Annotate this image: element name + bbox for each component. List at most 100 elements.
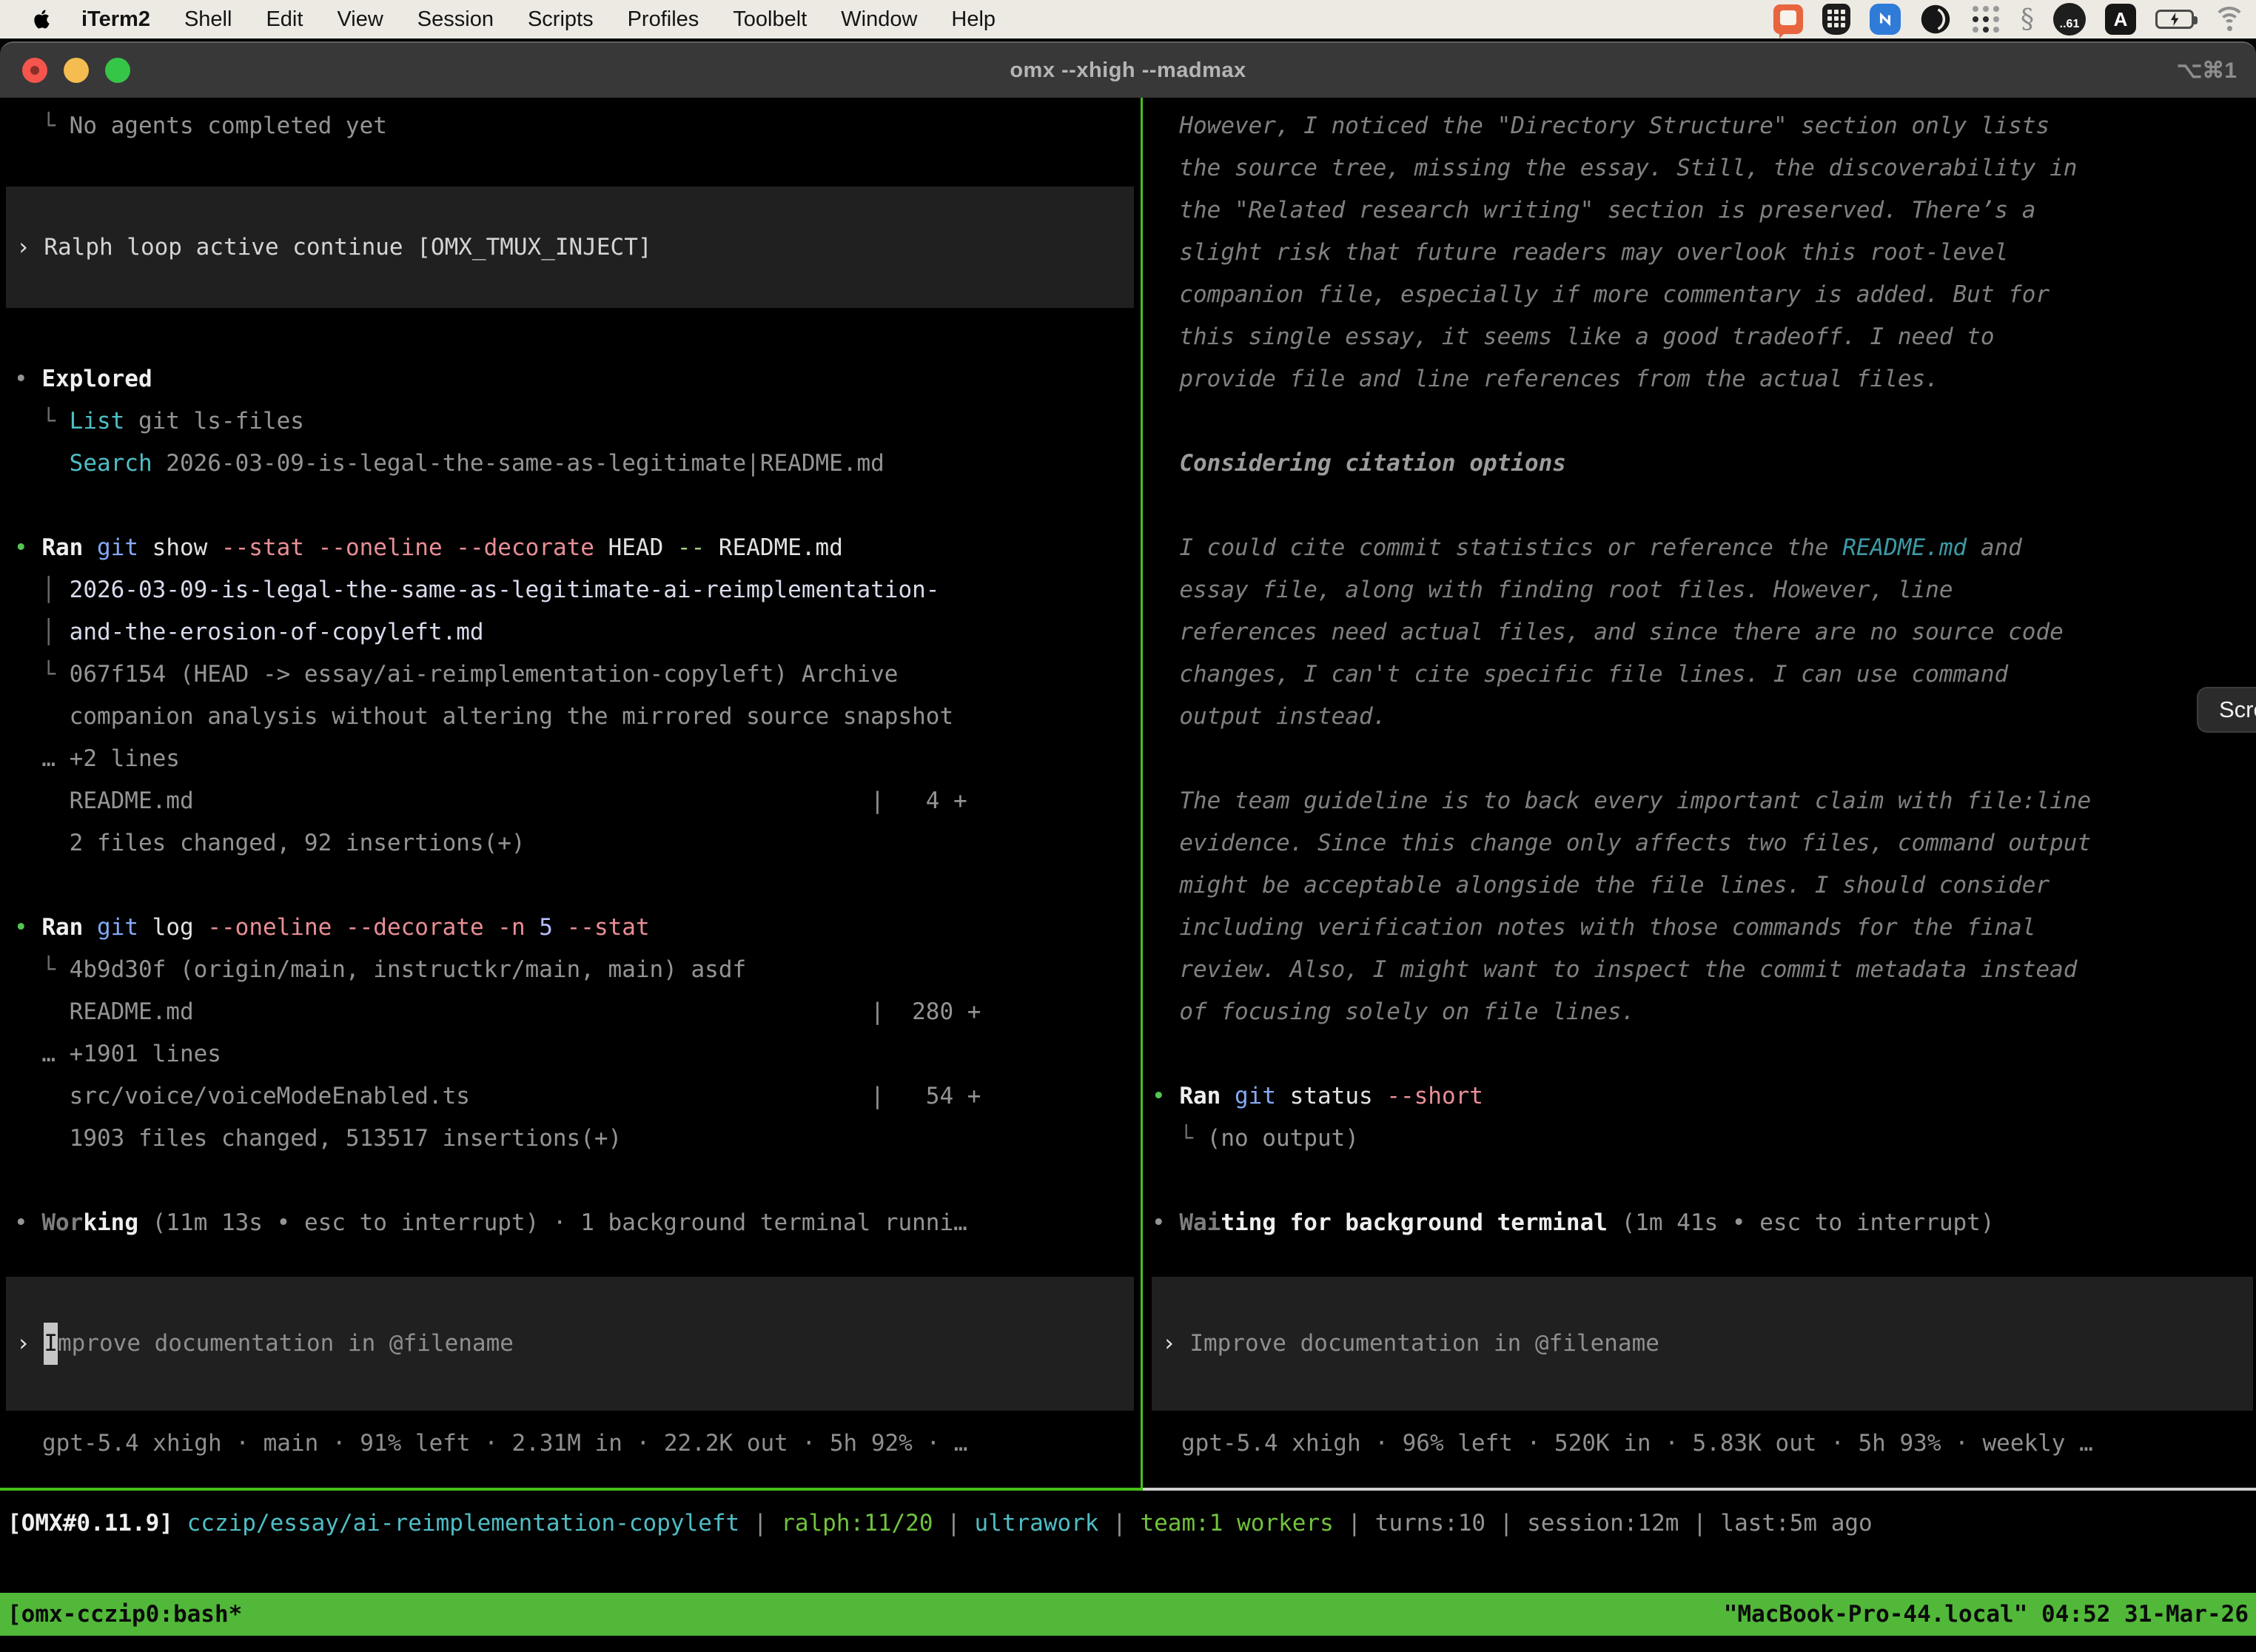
terminal-text-segment: last:5m ago [1720,1510,1872,1537]
terminal-line: including verification notes with those … [1152,907,2256,949]
terminal-text-segment: | [1098,1510,1140,1537]
left-input-text: mprove documentation in @filename [58,1323,514,1365]
terminal-text-segment: | [739,1510,781,1537]
menu-item-edit[interactable]: Edit [266,7,303,32]
terminal-line: references need actual files, and since … [1152,611,2256,654]
right-prompt-chevron: › [1162,1323,1189,1365]
terminal-line: README.md | 280 + [14,991,1141,1033]
terminal-line: might be acceptable alongside the file l… [1152,864,2256,907]
blue-zigzag-icon[interactable] [1870,4,1901,35]
apple-menu-icon[interactable] [31,7,53,32]
tmux-window-name[interactable]: [omx-cczip0:bash* [7,1601,242,1628]
terminal-line: • Explored [14,358,1141,400]
terminal-line: evidence. Since this change only affects… [1152,822,2256,864]
window-title: omx --xhigh --madmax [0,58,2256,83]
menu-item-iterm2[interactable]: iTerm2 [81,7,150,32]
terminal-line [14,864,1141,907]
menu-item-session[interactable]: Session [417,7,494,32]
left-pane-bottom-border [0,1488,1141,1491]
terminal-text-segment: team:1 workers [1140,1510,1333,1537]
left-agent-summary: └ No agents completed yet [0,105,1141,147]
battery-icon[interactable] [2155,10,2194,29]
terminal-text-segment: ultrawork [975,1510,1099,1537]
terminal-text-segment: | [1485,1510,1527,1537]
terminal-line: Considering citation options [1152,443,2256,485]
terminal-line: I could cite commit statistics or refere… [1152,527,2256,569]
terminal-text-segment: | [933,1510,975,1537]
terminal-line: │ and-the-erosion-of-copyleft.md [14,611,1141,654]
shield-grid-icon[interactable] [1822,4,1850,35]
terminal-line: of focusing solely on file lines. [1152,991,2256,1033]
tmux-pane-right[interactable]: However, I noticed the "Directory Struct… [1143,98,2256,1491]
badge-61-icon[interactable]: ..61 [2053,3,2086,36]
terminal-text-segment: cczip/essay/ai-reimplementation-copyleft [187,1510,740,1537]
menu-status-icons: § ..61 A [1773,0,2246,38]
terminal-line: review. Also, I might want to inspect th… [1152,949,2256,991]
menu-item-window[interactable]: Window [841,7,917,32]
terminal-line: 2 files changed, 92 insertions(+) [14,822,1141,864]
terminal-line [14,1160,1141,1202]
terminal-line: the source tree, missing the essay. Stil… [1152,147,2256,189]
menu-item-help[interactable]: Help [951,7,996,32]
terminal-line: • Working (11m 13s • esc to interrupt) ·… [14,1202,1141,1244]
terminal-line: provide file and line references from th… [1152,358,2256,400]
terminal-line: … +1901 lines [14,1033,1141,1075]
terminal-line: The team guideline is to back every impo… [1152,780,2256,822]
menu-items: iTerm2 Shell Edit View Session Scripts Profile… [81,7,996,32]
terminal-text-segment: session:12m [1527,1510,1679,1537]
input-source-icon[interactable]: A [2105,4,2136,35]
terminal-line: companion analysis without altering the … [14,696,1141,738]
ralph-loop-box[interactable]: › Ralph loop active continue [OMX_TMUX_I… [6,187,1134,308]
terminal-line [14,485,1141,527]
tmux-status-bar: [omx-cczip0:bash* "MacBook-Pro-44.local"… [0,1593,2256,1636]
menu-item-profiles[interactable]: Profiles [628,7,699,32]
terminal-line: └ (no output) [1152,1118,2256,1160]
window-title-bar[interactable]: omx --xhigh --madmax ⌥⌘1 [0,41,2256,98]
terminal-line [1152,1033,2256,1075]
left-agent-log: • Explored └ List git ls-files Search 20… [0,358,1141,1244]
terminal-text-segment: › [16,226,44,269]
tmux-host-clock: "MacBook-Pro-44.local" 04:52 31-Mar-26 [1724,1601,2249,1628]
screen-share-overlay[interactable]: Scre [2197,687,2256,733]
right-agent-log: However, I noticed the "Directory Struct… [1143,105,2256,1244]
tmux-pane-left[interactable]: └ No agents completed yet › Ralph loop a… [0,98,1141,1491]
menu-item-view[interactable]: View [337,7,383,32]
left-prompt-chevron: › [16,1323,44,1365]
terminal-text-segment: | [1334,1510,1375,1537]
omx-status-line: [OMX#0.11.9] cczip/essay/ai-reimplementa… [7,1502,1873,1545]
terminal-line: • Ran git log --oneline --decorate -n 5 … [14,907,1141,949]
terminal-text-segment: | [1679,1510,1720,1537]
dots-grid-icon[interactable] [1970,4,2001,35]
terminal-line: … +2 lines [14,738,1141,780]
left-model-status: gpt-5.4 xhigh · main · 91% left · 2.31M … [42,1423,967,1465]
terminal-line: slight risk that future readers may over… [1152,232,2256,274]
window-shortcut-badge: ⌥⌘1 [2177,58,2237,84]
terminal-line: output instead. [1152,696,2256,738]
terminal-content: └ No agents completed yet › Ralph loop a… [0,98,2256,1652]
terminal-line: However, I noticed the "Directory Struct… [1152,105,2256,147]
right-prompt-input[interactable]: › Improve documentation in @filename [1152,1277,2253,1411]
terminal-text-segment [173,1510,187,1537]
right-pane-bottom-border [1143,1488,2256,1491]
pac-circle-icon[interactable] [1920,4,1951,35]
terminal-line: • Ran git status --short [1152,1075,2256,1118]
menu-item-scripts[interactable]: Scripts [528,7,594,32]
squiggle-icon[interactable]: § [2021,4,2034,35]
terminal-line: 1903 files changed, 513517 insertions(+) [14,1118,1141,1160]
terminal-line: this single essay, it seems like a good … [1152,316,2256,358]
chat-bubble-icon[interactable] [1773,4,1803,34]
terminal-line: essay file, along with finding root file… [1152,569,2256,611]
pane-divider[interactable] [1141,98,1143,1491]
terminal-line: changes, I can't cite specific file line… [1152,654,2256,696]
menu-item-toolbelt[interactable]: Toolbelt [733,7,807,32]
screen-share-overlay-label: Scre [2219,696,2256,723]
left-text-cursor: I [44,1323,58,1365]
left-prompt-input[interactable]: › Improve documentation in @filename [6,1277,1134,1411]
menu-item-shell[interactable]: Shell [184,7,232,32]
terminal-line: the "Related research writing" section i… [1152,189,2256,232]
terminal-line: └ 067f154 (HEAD -> essay/ai-reimplementa… [14,654,1141,696]
terminal-line: • Ran git show --stat --oneline --decora… [14,527,1141,569]
terminal-line [1152,1160,2256,1202]
wifi-icon[interactable] [2213,7,2246,32]
terminal-line: • Waiting for background terminal (1m 41… [1152,1202,2256,1244]
